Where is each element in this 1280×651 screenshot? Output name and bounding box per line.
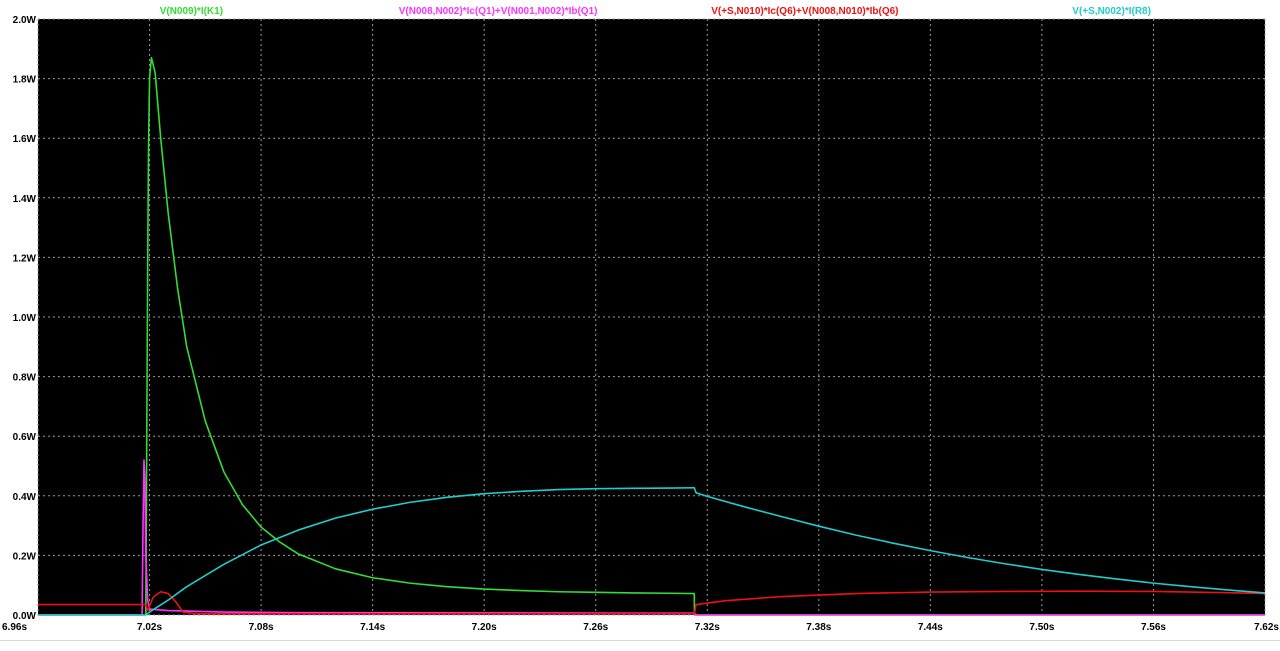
y-tick-label: 0.2W [13, 551, 37, 562]
x-tick-label: 7.44s [918, 622, 943, 633]
x-tick-label: 7.38s [806, 622, 831, 633]
y-tick-label: 0.0W [13, 611, 37, 622]
legend-entry-3[interactable]: V(+S,N010)*Ic(Q6)+V(N008,N010)*Ib(Q6) [711, 6, 898, 17]
x-tick-label: 7.02s [137, 622, 162, 633]
x-tick-label: 7.08s [249, 622, 274, 633]
y-tick-label: 0.4W [13, 492, 37, 503]
x-tick-label: 7.20s [472, 622, 497, 633]
x-tick-label: 7.56s [1141, 622, 1166, 633]
x-tick-label: 7.50s [1029, 622, 1054, 633]
waveform-chart[interactable]: 6.96s 7.02s 7.08s 7.14s 7.20s 7.26s 7.32s 7.38s… [0, 0, 1280, 640]
y-tick-label: 1.6W [13, 134, 37, 145]
legend-entry-2[interactable]: V(N008,N002)*Ic(Q1)+V(N001,N002)*Ib(Q1) [399, 6, 598, 17]
y-tick-label: 0.6W [13, 432, 37, 443]
status-bar [0, 640, 1280, 651]
x-tick-label: 6.96s [2, 622, 27, 633]
plot-area[interactable] [38, 19, 1265, 615]
y-tick-label: 1.4W [13, 194, 37, 205]
waveform-plot-window[interactable]: 6.96s 7.02s 7.08s 7.14s 7.20s 7.26s 7.32s 7.38s… [0, 0, 1280, 640]
x-tick-label: 7.32s [695, 622, 720, 633]
y-tick-label: 1.8W [13, 75, 37, 86]
legend-entry-4[interactable]: V(+S,N002)*I(R8) [1072, 6, 1151, 17]
y-tick-label: 1.0W [13, 313, 37, 324]
y-tick-label: 1.2W [13, 253, 37, 264]
x-tick-label: 7.14s [360, 622, 385, 633]
y-tick-label: 2.0W [13, 15, 37, 26]
x-tick-label: 7.62s [1254, 622, 1279, 633]
x-tick-label: 7.26s [583, 622, 608, 633]
y-tick-label: 0.8W [13, 373, 37, 384]
legend-entry-1[interactable]: V(N009)*I(K1) [160, 6, 223, 17]
